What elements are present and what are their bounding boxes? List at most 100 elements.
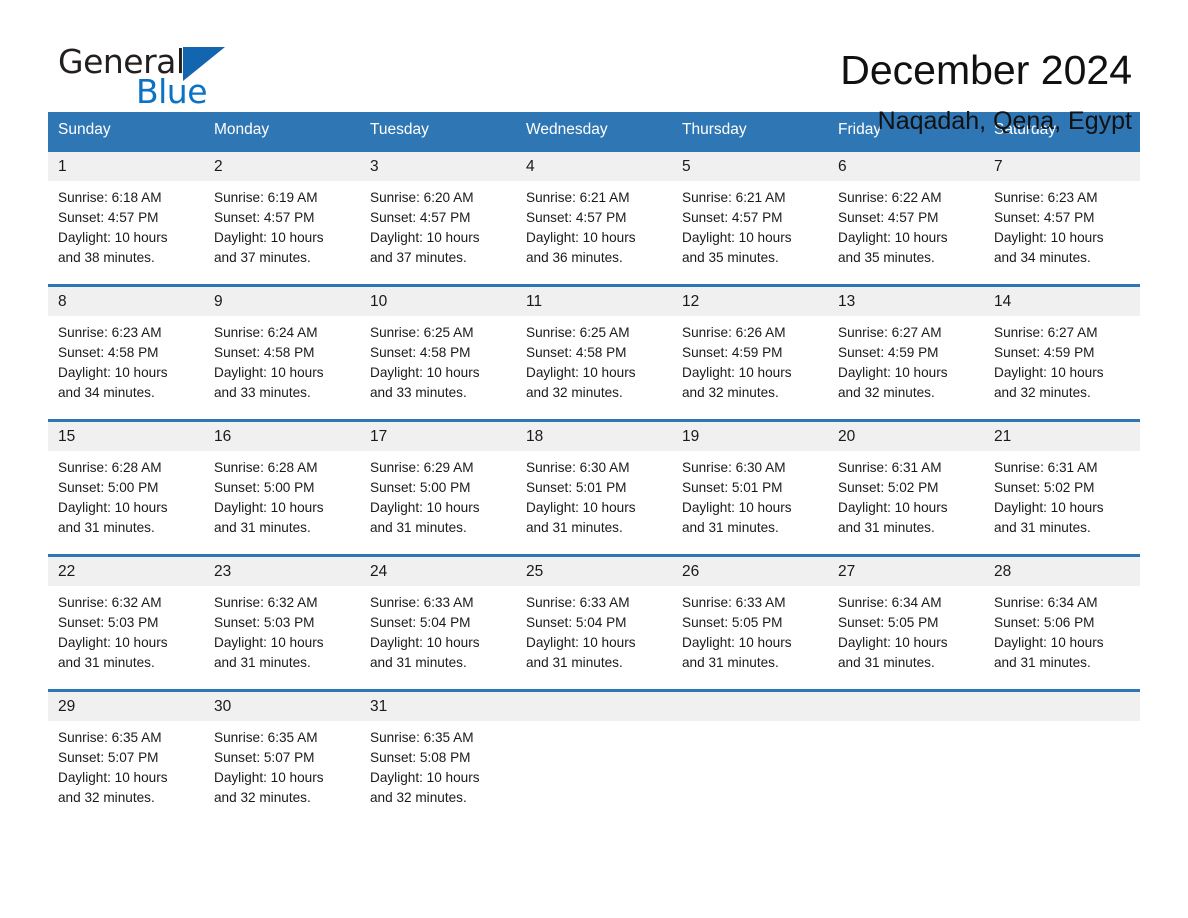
calendar-day-cell[interactable]: 26 Sunrise: 6:33 AM Sunset: 5:05 PM Dayligh…	[672, 554, 828, 691]
calendar-week-row: 15 Sunrise: 6:28 AM Sunset: 5:00 PM Dayligh…	[48, 419, 1140, 556]
calendar-day-cell[interactable]: 30 Sunrise: 6:35 AM Sunset: 5:07 PM Dayligh…	[204, 689, 360, 824]
sunrise-text: Sunrise: 6:33 AM	[682, 595, 786, 610]
daylight-text-line1: Daylight: 10 hours	[994, 635, 1104, 650]
sunset-text: Sunset: 4:58 PM	[58, 345, 159, 360]
day-number: 15	[48, 422, 204, 451]
sunset-text: Sunset: 5:04 PM	[370, 615, 471, 630]
sunset-text: Sunset: 4:59 PM	[682, 345, 783, 360]
daylight-text-line2: and 38 minutes.	[58, 250, 155, 265]
calendar-day-cell[interactable]: 13 Sunrise: 6:27 AM Sunset: 4:59 PM Dayligh…	[828, 284, 984, 421]
calendar-day-cell[interactable]: 3 Sunrise: 6:20 AM Sunset: 4:57 PM Daylight…	[360, 149, 516, 286]
day-number: 18	[516, 422, 672, 451]
sunrise-text: Sunrise: 6:35 AM	[214, 730, 318, 745]
calendar-day-cell[interactable]: 9 Sunrise: 6:24 AM Sunset: 4:58 PM Daylight…	[204, 284, 360, 421]
calendar-day-cell[interactable]: 2 Sunrise: 6:19 AM Sunset: 4:57 PM Daylight…	[204, 149, 360, 286]
sunrise-text: Sunrise: 6:30 AM	[526, 460, 630, 475]
calendar-day-cell[interactable]: 21 Sunrise: 6:31 AM Sunset: 5:02 PM Dayligh…	[984, 419, 1140, 556]
sunset-text: Sunset: 4:59 PM	[994, 345, 1095, 360]
sunrise-text: Sunrise: 6:21 AM	[682, 190, 786, 205]
daylight-text-line1: Daylight: 10 hours	[58, 500, 168, 515]
calendar-day-cell[interactable]: 10 Sunrise: 6:25 AM Sunset: 4:58 PM Dayligh…	[360, 284, 516, 421]
daylight-text-line2: and 32 minutes.	[994, 385, 1091, 400]
daylight-text-line2: and 31 minutes.	[58, 655, 155, 670]
daylight-text-line2: and 31 minutes.	[526, 520, 623, 535]
sunset-text: Sunset: 5:00 PM	[58, 480, 159, 495]
sunset-text: Sunset: 5:07 PM	[214, 750, 315, 765]
day-details: Sunrise: 6:34 AM Sunset: 5:05 PM Daylight:…	[828, 586, 984, 673]
calendar-day-cell[interactable]: 23 Sunrise: 6:32 AM Sunset: 5:03 PM Dayligh…	[204, 554, 360, 691]
day-details: Sunrise: 6:18 AM Sunset: 4:57 PM Daylight:…	[48, 181, 204, 268]
page-title: December 2024	[840, 47, 1132, 93]
sunset-text: Sunset: 4:57 PM	[838, 210, 939, 225]
day-number: 29	[48, 692, 204, 721]
day-number: 14	[984, 287, 1140, 316]
day-details: Sunrise: 6:24 AM Sunset: 4:58 PM Daylight:…	[204, 316, 360, 403]
daylight-text-line1: Daylight: 10 hours	[838, 365, 948, 380]
calendar-day-cell[interactable]: 6 Sunrise: 6:22 AM Sunset: 4:57 PM Daylight…	[828, 149, 984, 286]
calendar-day-cell[interactable]: 22 Sunrise: 6:32 AM Sunset: 5:03 PM Dayligh…	[48, 554, 204, 691]
daylight-text-line2: and 37 minutes.	[214, 250, 311, 265]
day-number: 30	[204, 692, 360, 721]
day-details: Sunrise: 6:21 AM Sunset: 4:57 PM Daylight:…	[672, 181, 828, 268]
calendar-day-cell[interactable]: 4 Sunrise: 6:21 AM Sunset: 4:57 PM Daylight…	[516, 149, 672, 286]
calendar-day-cell[interactable]: 12 Sunrise: 6:26 AM Sunset: 4:59 PM Dayligh…	[672, 284, 828, 421]
calendar-day-cell[interactable]: 8 Sunrise: 6:23 AM Sunset: 4:58 PM Daylight…	[48, 284, 204, 421]
calendar-day-cell[interactable]: 19 Sunrise: 6:30 AM Sunset: 5:01 PM Dayligh…	[672, 419, 828, 556]
calendar-day-cell[interactable]: 1 Sunrise: 6:18 AM Sunset: 4:57 PM Daylight…	[48, 149, 204, 286]
calendar-day-cell[interactable]: 16 Sunrise: 6:28 AM Sunset: 5:00 PM Dayligh…	[204, 419, 360, 556]
sunset-text: Sunset: 5:00 PM	[370, 480, 471, 495]
sunset-text: Sunset: 5:00 PM	[214, 480, 315, 495]
calendar-day-cell[interactable]: 14 Sunrise: 6:27 AM Sunset: 4:59 PM Dayligh…	[984, 284, 1140, 421]
daylight-text-line1: Daylight: 10 hours	[214, 365, 324, 380]
daylight-text-line2: and 32 minutes.	[214, 790, 311, 805]
calendar-day-cell[interactable]: 20 Sunrise: 6:31 AM Sunset: 5:02 PM Dayligh…	[828, 419, 984, 556]
sunset-text: Sunset: 5:06 PM	[994, 615, 1095, 630]
day-number	[828, 692, 984, 721]
calendar-day-cell[interactable]: 15 Sunrise: 6:28 AM Sunset: 5:00 PM Dayligh…	[48, 419, 204, 556]
day-number: 4	[516, 152, 672, 181]
daylight-text-line2: and 31 minutes.	[994, 520, 1091, 535]
day-details: Sunrise: 6:20 AM Sunset: 4:57 PM Daylight:…	[360, 181, 516, 268]
day-number: 28	[984, 557, 1140, 586]
daylight-text-line2: and 32 minutes.	[682, 385, 779, 400]
day-number: 27	[828, 557, 984, 586]
day-details: Sunrise: 6:29 AM Sunset: 5:00 PM Daylight:…	[360, 451, 516, 538]
calendar-day-cell[interactable]: 18 Sunrise: 6:30 AM Sunset: 5:01 PM Dayligh…	[516, 419, 672, 556]
daylight-text-line2: and 35 minutes.	[682, 250, 779, 265]
daylight-text-line1: Daylight: 10 hours	[58, 365, 168, 380]
sunrise-text: Sunrise: 6:34 AM	[838, 595, 942, 610]
sunrise-text: Sunrise: 6:34 AM	[994, 595, 1098, 610]
calendar-day-cell[interactable]: 28 Sunrise: 6:34 AM Sunset: 5:06 PM Dayligh…	[984, 554, 1140, 691]
day-number: 8	[48, 287, 204, 316]
daylight-text-line1: Daylight: 10 hours	[682, 500, 792, 515]
calendar-body: 1 Sunrise: 6:18 AM Sunset: 4:57 PM Daylight…	[48, 149, 1140, 824]
day-details: Sunrise: 6:23 AM Sunset: 4:57 PM Daylight:…	[984, 181, 1140, 268]
day-details: Sunrise: 6:25 AM Sunset: 4:58 PM Daylight:…	[360, 316, 516, 403]
calendar-day-cell[interactable]: 31 Sunrise: 6:35 AM Sunset: 5:08 PM Dayligh…	[360, 689, 516, 824]
calendar-week-row: 8 Sunrise: 6:23 AM Sunset: 4:58 PM Daylight…	[48, 284, 1140, 421]
daylight-text-line2: and 31 minutes.	[838, 520, 935, 535]
daylight-text-line2: and 31 minutes.	[682, 655, 779, 670]
weekday-header-wednesday: Wednesday	[516, 112, 672, 151]
daylight-text-line2: and 33 minutes.	[370, 385, 467, 400]
daylight-text-line1: Daylight: 10 hours	[526, 230, 636, 245]
calendar-day-cell[interactable]: 24 Sunrise: 6:33 AM Sunset: 5:04 PM Dayligh…	[360, 554, 516, 691]
calendar-day-cell-empty	[984, 689, 1140, 824]
day-number: 24	[360, 557, 516, 586]
calendar-day-cell[interactable]: 5 Sunrise: 6:21 AM Sunset: 4:57 PM Daylight…	[672, 149, 828, 286]
sunrise-text: Sunrise: 6:23 AM	[994, 190, 1098, 205]
day-details: Sunrise: 6:33 AM Sunset: 5:05 PM Daylight:…	[672, 586, 828, 673]
sunset-text: Sunset: 5:07 PM	[58, 750, 159, 765]
calendar-day-cell[interactable]: 11 Sunrise: 6:25 AM Sunset: 4:58 PM Dayligh…	[516, 284, 672, 421]
sunset-text: Sunset: 4:59 PM	[838, 345, 939, 360]
daylight-text-line1: Daylight: 10 hours	[58, 770, 168, 785]
calendar-day-cell[interactable]: 29 Sunrise: 6:35 AM Sunset: 5:07 PM Dayligh…	[48, 689, 204, 824]
calendar-day-cell[interactable]: 27 Sunrise: 6:34 AM Sunset: 5:05 PM Dayligh…	[828, 554, 984, 691]
calendar-day-cell[interactable]: 17 Sunrise: 6:29 AM Sunset: 5:00 PM Dayligh…	[360, 419, 516, 556]
calendar-page: General Blue December 2024 Naqadah, Qena…	[0, 0, 1188, 918]
daylight-text-line1: Daylight: 10 hours	[682, 365, 792, 380]
daylight-text-line2: and 31 minutes.	[58, 520, 155, 535]
calendar-day-cell[interactable]: 7 Sunrise: 6:23 AM Sunset: 4:57 PM Daylight…	[984, 149, 1140, 286]
calendar-day-cell[interactable]: 25 Sunrise: 6:33 AM Sunset: 5:04 PM Dayligh…	[516, 554, 672, 691]
generalblue-logo[interactable]: General Blue	[58, 45, 358, 123]
